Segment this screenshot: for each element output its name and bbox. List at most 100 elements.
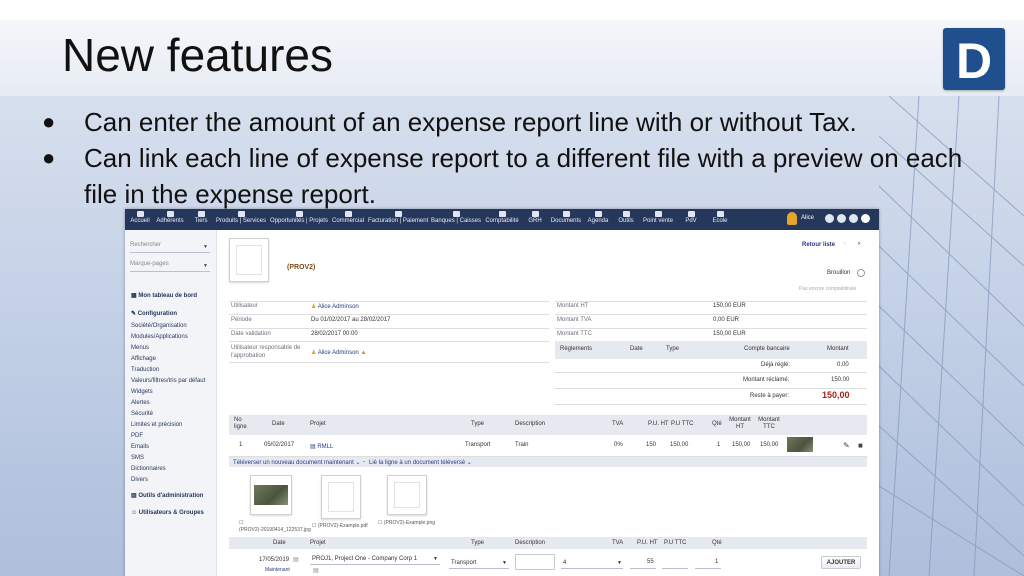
vat-select-value: 4 bbox=[563, 560, 567, 566]
divider bbox=[229, 341, 549, 342]
doc-page-icon bbox=[328, 482, 354, 512]
now-link[interactable]: Maintenant bbox=[265, 567, 290, 573]
nav-item-documents[interactable]: Documents bbox=[550, 211, 582, 224]
nav-item-agenda[interactable]: Agenda bbox=[586, 211, 610, 224]
config-item[interactable]: Alertes bbox=[131, 400, 150, 406]
nav-item-grh[interactable]: GRH bbox=[525, 211, 545, 224]
config-item[interactable]: Emails bbox=[131, 444, 149, 450]
document-thumbnail[interactable] bbox=[229, 238, 269, 282]
edit-icon[interactable]: ✎ bbox=[843, 441, 850, 450]
payments-col: Date bbox=[630, 346, 643, 352]
nav-item-accueil[interactable]: Accueil bbox=[129, 211, 151, 224]
next-icon[interactable]: › bbox=[858, 241, 860, 247]
help-icon[interactable] bbox=[861, 214, 870, 223]
remain-value: 150,00 bbox=[822, 390, 850, 400]
config-item[interactable]: Widgets bbox=[131, 389, 153, 395]
config-item[interactable]: Valeurs/filtres/tris par défaut bbox=[131, 378, 205, 384]
period-value: Du 01/02/2017 au 28/02/2017 bbox=[311, 317, 391, 323]
menu-users-groups[interactable]: ☺ Utilisateurs & Groupes bbox=[131, 510, 204, 516]
cell-vat: 0% bbox=[614, 442, 623, 448]
file-preview-png[interactable] bbox=[387, 475, 427, 515]
project-extra-icon: ▤ bbox=[313, 568, 319, 574]
field-label: Date validation bbox=[231, 331, 271, 337]
nav-item-projects[interactable]: Opportunités | Projets bbox=[270, 211, 328, 224]
line-file-preview[interactable] bbox=[787, 437, 813, 452]
config-item[interactable]: Limites et précision bbox=[131, 422, 182, 428]
divider bbox=[229, 314, 549, 315]
nav-item-outils[interactable]: Outils bbox=[616, 211, 636, 224]
file-name[interactable]: ☐ (PROV2)-Example.pdf bbox=[312, 523, 368, 529]
remain-label: Reste à payer: bbox=[750, 393, 790, 399]
file-preview-jpg[interactable] bbox=[250, 475, 292, 515]
vat-select[interactable] bbox=[561, 557, 623, 569]
col-header: P.U. HT bbox=[637, 540, 658, 546]
link-existing-link[interactable]: Lié la ligne à un document téléversé ⌄ bbox=[369, 459, 472, 466]
user-link[interactable]: ♟ Alice Adminson bbox=[311, 303, 359, 310]
upload-now-link[interactable]: Téléverser un nouveau document maintenan… bbox=[233, 459, 360, 466]
print-icon[interactable] bbox=[849, 214, 858, 223]
user-avatar[interactable] bbox=[787, 212, 797, 225]
config-item[interactable]: Affichage bbox=[131, 356, 156, 362]
divider bbox=[555, 314, 867, 315]
project-link[interactable]: ▤ RMLL bbox=[310, 443, 333, 450]
config-item[interactable]: Traduction bbox=[131, 367, 159, 373]
logo-letter: D bbox=[955, 33, 993, 89]
bookmark-icon[interactable] bbox=[837, 214, 846, 223]
col-header: P.U TTC bbox=[671, 421, 694, 427]
cell-type: Transport bbox=[465, 442, 491, 448]
file-preview-pdf[interactable] bbox=[321, 475, 361, 519]
menu-dashboard-label: Mon tableau de bord bbox=[138, 293, 198, 299]
globe-icon[interactable] bbox=[825, 214, 834, 223]
pu-ttc-input[interactable] bbox=[662, 557, 688, 569]
menu-configuration[interactable]: ✎ Configuration bbox=[131, 310, 177, 317]
nav-item-products[interactable]: Produits | Services bbox=[216, 211, 266, 224]
file-name[interactable]: ☐ (PROV2)-Example.png bbox=[378, 520, 435, 526]
calendar-icon[interactable]: ▤ bbox=[293, 556, 299, 563]
approver-link[interactable]: ♟ Alice Adminson ▲ bbox=[311, 349, 366, 356]
nav-label: Agenda bbox=[587, 218, 609, 224]
file-name-label: (PROV2)-Example.pdf bbox=[317, 523, 368, 529]
doc-page-icon bbox=[394, 482, 420, 508]
file-name[interactable]: ☐ (PROV2)-20190414_122537.jpg bbox=[239, 520, 311, 534]
amount-value: 150,00 EUR bbox=[713, 331, 746, 337]
nav-item-banks[interactable]: Banques | Caisses bbox=[431, 211, 481, 224]
add-button[interactable]: AJOUTER bbox=[821, 556, 861, 569]
config-item[interactable]: Société/Organisation bbox=[131, 323, 187, 329]
menu-dashboard[interactable]: ▦ Mon tableau de bord bbox=[131, 292, 197, 299]
approver-link-label: Alice Adminson bbox=[317, 350, 359, 356]
caret-down-icon: ▼ bbox=[433, 556, 438, 562]
config-item[interactable]: SMS bbox=[131, 455, 144, 461]
menu-admin-tools[interactable]: ▤ Outils d'administration bbox=[131, 492, 203, 499]
config-item[interactable]: PDF bbox=[131, 433, 143, 439]
config-item[interactable]: Divers bbox=[131, 477, 148, 483]
prev-icon[interactable]: ‹ bbox=[844, 241, 846, 247]
nav-item-tiers[interactable]: Tiers bbox=[191, 211, 211, 224]
doc-page-icon bbox=[236, 245, 262, 275]
payments-col: Règlements bbox=[560, 346, 593, 352]
nav-item-ecole[interactable]: Ecole bbox=[709, 211, 731, 224]
date-input[interactable]: 17/05/2019 bbox=[259, 557, 289, 563]
nav-item-pos[interactable]: Point vente bbox=[641, 211, 675, 224]
config-item[interactable]: Dictionnaires bbox=[131, 466, 166, 472]
delete-icon[interactable]: ■ bbox=[858, 441, 863, 450]
nav-item-billing[interactable]: Facturation | Paiement bbox=[368, 211, 428, 224]
nav-label: PdV bbox=[685, 218, 697, 224]
description-textarea[interactable] bbox=[515, 554, 555, 570]
amount-label: Montant TTC bbox=[557, 331, 592, 337]
nav-item-accounting[interactable]: Comptabilité bbox=[484, 211, 520, 224]
config-item[interactable]: Menus bbox=[131, 345, 149, 351]
amount-value: 150,00 EUR bbox=[713, 303, 746, 309]
amount-label: Montant TVA bbox=[557, 317, 592, 323]
already-paid-label: Déjà réglé: bbox=[761, 362, 791, 368]
bookmarks-placeholder: Marque-pages bbox=[130, 261, 169, 267]
back-to-list-link[interactable]: Retour liste bbox=[802, 242, 835, 248]
config-item[interactable]: Sécurité bbox=[131, 411, 153, 417]
nav-item-pdv[interactable]: PdV bbox=[681, 211, 701, 224]
search-select[interactable]: Rechercher ▼ bbox=[130, 242, 210, 253]
user-name[interactable]: Alice bbox=[801, 215, 814, 221]
cell-amount-ttc: 150,00 bbox=[760, 442, 779, 448]
config-item[interactable]: Modules/Applications bbox=[131, 334, 188, 340]
nav-item-commercial[interactable]: Commercial bbox=[331, 211, 365, 224]
bookmarks-select[interactable]: Marque-pages ▼ bbox=[130, 261, 210, 272]
nav-item-adherents[interactable]: Adhérents bbox=[156, 211, 184, 224]
